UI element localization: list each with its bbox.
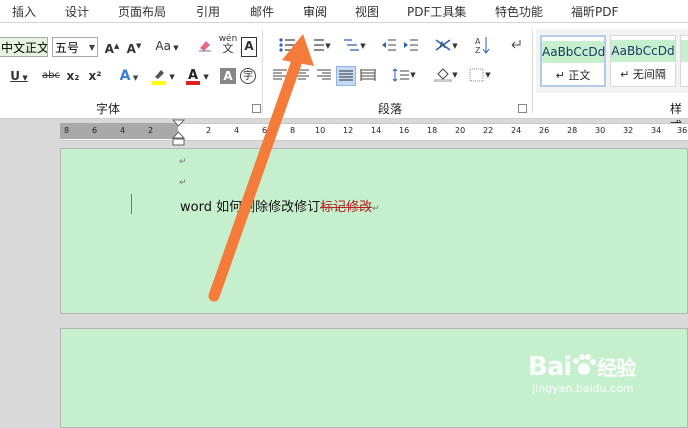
baidu-watermark: Bai 经验 jingyan.baidu.com bbox=[528, 352, 636, 395]
watermark-brand-suffix: 经验 bbox=[597, 356, 636, 380]
watermark-brand: Bai bbox=[528, 352, 572, 382]
watermark-url: jingyan.baidu.com bbox=[532, 382, 634, 395]
paw-icon bbox=[573, 354, 597, 375]
